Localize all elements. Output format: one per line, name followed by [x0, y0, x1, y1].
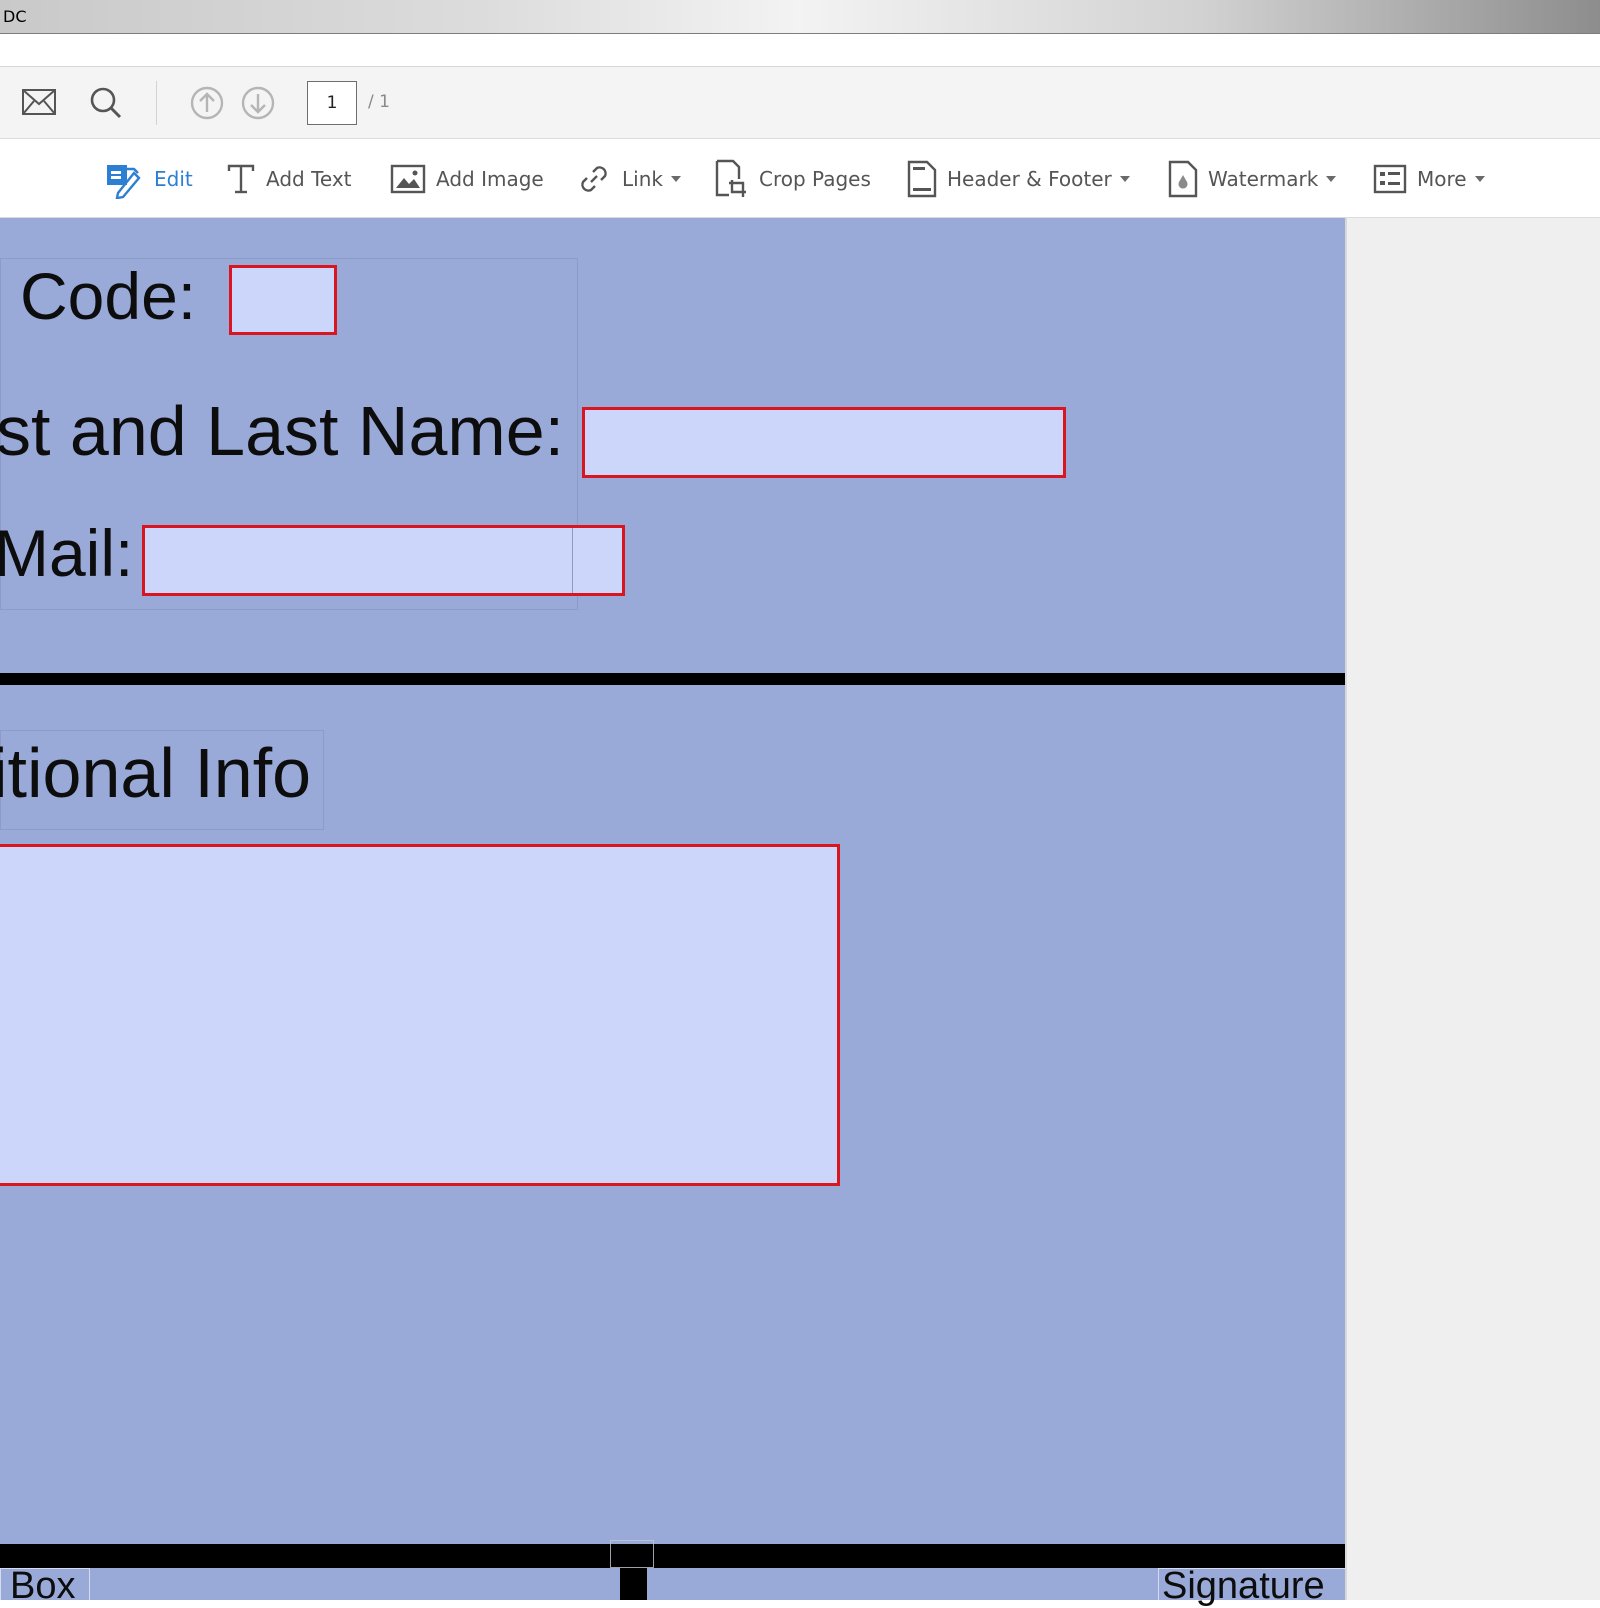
tool-crop-pages[interactable]: Crop Pages [713, 158, 871, 200]
link-icon [581, 166, 607, 192]
watermark-dropdown-caret-icon [1326, 176, 1337, 182]
tool-crop-pages-label: Crop Pages [759, 167, 871, 191]
text-cursor-line [572, 528, 573, 594]
watermark-icon [1168, 160, 1198, 198]
email-icon[interactable] [21, 87, 57, 121]
section-divider [0, 673, 1345, 685]
tool-edit[interactable]: Edit [104, 158, 193, 200]
page-number-input[interactable] [307, 81, 357, 125]
label-first-last-name: st and Last Name: [0, 392, 565, 470]
crop-pages-icon [715, 159, 746, 197]
navigation-toolbar: / 1 [0, 67, 1600, 139]
tool-add-image[interactable]: Add Image [390, 158, 544, 200]
tool-add-text[interactable]: Add Text [226, 158, 352, 200]
tool-add-text-label: Add Text [266, 167, 352, 191]
header-footer-dropdown-caret-icon [1119, 176, 1130, 182]
tool-edit-label: Edit [154, 167, 193, 191]
label-code: Code: [20, 259, 197, 333]
edit-icon [107, 165, 141, 199]
title-bar: DC [0, 0, 1600, 34]
toolbar-divider [156, 81, 157, 125]
tool-link[interactable]: Link [576, 158, 681, 200]
label-box: Box [10, 1565, 76, 1607]
add-image-icon [390, 164, 426, 194]
more-dropdown-caret-icon [1474, 176, 1485, 182]
tool-watermark[interactable]: Watermark [1168, 158, 1337, 200]
page-total: / 1 [368, 92, 390, 112]
tool-link-label: Link [622, 167, 663, 191]
menu-strip [0, 35, 1600, 67]
footer-divider [0, 1544, 1345, 1568]
header-footer-icon [907, 160, 937, 198]
label-additional-info: itional Info [0, 734, 312, 812]
more-icon [1373, 164, 1407, 194]
tool-header-footer-label: Header & Footer [947, 167, 1112, 191]
add-text-icon [227, 164, 255, 194]
code-field[interactable] [229, 265, 337, 335]
email-field[interactable] [142, 525, 625, 596]
tool-more-label: More [1417, 167, 1467, 191]
link-dropdown-caret-icon [670, 176, 681, 182]
tool-more[interactable]: More [1373, 158, 1485, 200]
label-email: Mail: [0, 516, 134, 590]
edit-pdf-toolbar: Edit Add Text Add Image Link Crop Pages … [0, 140, 1600, 218]
right-pane [1345, 218, 1600, 1600]
window-title: DC [3, 7, 27, 26]
previous-page-icon[interactable] [189, 85, 225, 125]
tool-header-footer[interactable]: Header & Footer [907, 158, 1130, 200]
search-icon[interactable] [88, 85, 124, 125]
column-handle [610, 1540, 654, 1568]
pdf-page: Code: st and Last Name: Mail: itional In… [0, 218, 1354, 1608]
tool-watermark-label: Watermark [1208, 167, 1319, 191]
tool-add-image-label: Add Image [436, 167, 544, 191]
label-signature: Signature [1162, 1565, 1325, 1607]
name-field[interactable] [582, 407, 1066, 478]
next-page-icon[interactable] [240, 85, 276, 125]
additional-info-field[interactable] [0, 844, 840, 1186]
